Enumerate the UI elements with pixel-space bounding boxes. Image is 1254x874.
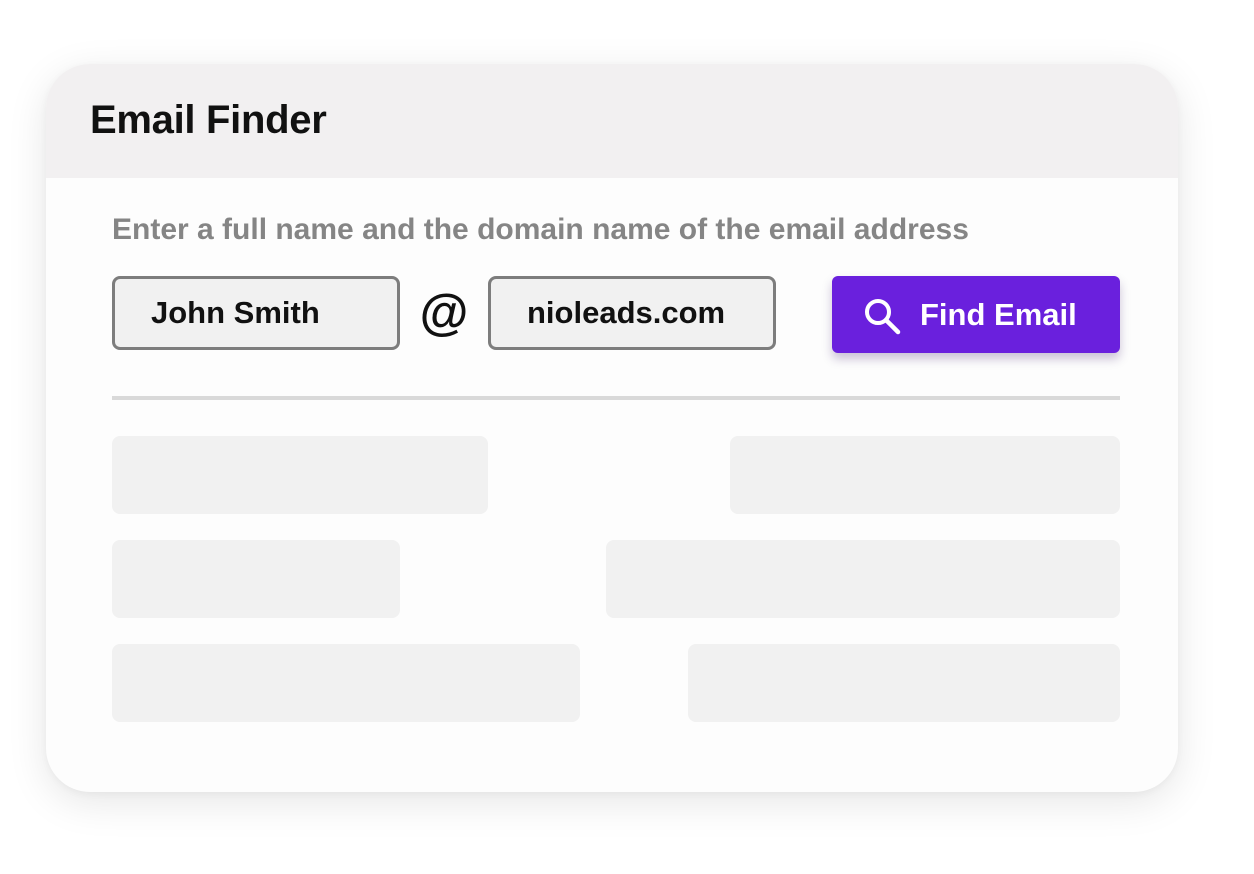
result-placeholder [688,644,1120,722]
full-name-input[interactable] [112,276,400,350]
instruction-text: Enter a full name and the domain name of… [112,213,969,246]
result-placeholder [730,436,1120,514]
card-header: Email Finder [46,64,1178,178]
page-title: Email Finder [90,98,327,142]
result-placeholder [112,540,400,618]
result-placeholder [112,436,488,514]
find-email-label: Find Email [920,297,1077,332]
email-finder-card: Email Finder Enter a full name and the d… [46,64,1178,792]
domain-input[interactable] [488,276,776,350]
result-placeholder [112,644,580,722]
divider [112,396,1120,400]
find-email-button[interactable]: Find Email [832,276,1120,353]
result-placeholder [606,540,1120,618]
at-symbol: @ [419,284,469,340]
search-icon [865,299,901,335]
